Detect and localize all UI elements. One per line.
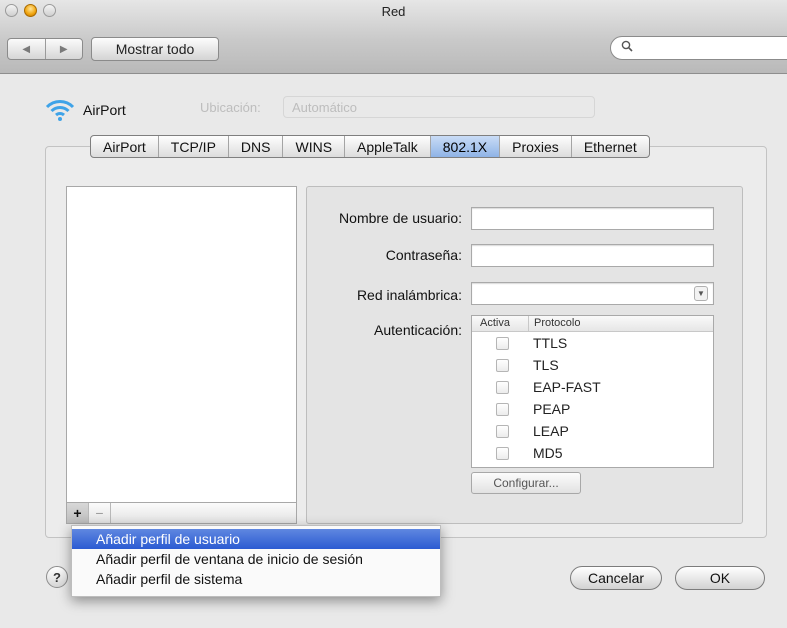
table-row: MD5 — [472, 442, 713, 464]
tab-wins[interactable]: WINS — [282, 136, 344, 157]
password-label: Contraseña: — [385, 247, 462, 263]
table-row: PEAP — [472, 398, 713, 420]
protocol-name: EAP-FAST — [533, 379, 601, 395]
service-name: AirPort — [83, 102, 126, 118]
column-header-active[interactable]: Activa — [472, 316, 529, 331]
authentication-label: Autenticación: — [374, 322, 462, 338]
protocol-checkbox[interactable] — [496, 424, 509, 438]
authentication-table-header: Activa Protocolo — [472, 316, 713, 332]
show-all-button[interactable]: Mostrar todo — [91, 37, 219, 61]
tab-ethernet[interactable]: Ethernet — [570, 136, 649, 157]
wireless-network-label: Red inalámbrica: — [356, 287, 462, 303]
forward-arrow-icon[interactable]: ▶ — [44, 39, 83, 59]
wifi-icon — [45, 100, 75, 121]
add-profile-menu: Añadir perfil de usuario Añadir perfil de… — [71, 525, 441, 597]
protocol-checkbox[interactable] — [496, 380, 509, 394]
menu-item[interactable]: Añadir perfil de ventana de inicio de se… — [72, 549, 440, 569]
tab-bar: AirPort TCP/IP DNS WINS AppleTalk 802.1X Proxi… — [90, 135, 650, 158]
table-row: TTLS — [472, 332, 713, 354]
help-button[interactable]: ? — [46, 566, 68, 588]
wireless-network-popup[interactable]: ▼ — [471, 282, 714, 305]
tab-proxies[interactable]: Proxies — [499, 136, 571, 157]
username-label: Nombre de usuario: — [339, 210, 462, 226]
username-field[interactable] — [471, 207, 714, 230]
remove-profile-button[interactable]: − — [89, 503, 111, 523]
protocol-checkbox[interactable] — [496, 358, 509, 372]
protocol-name: LEAP — [533, 423, 569, 439]
back-arrow-icon[interactable]: ◀ — [8, 39, 45, 59]
ok-button[interactable]: OK — [675, 566, 765, 590]
location-label: Ubicación: — [200, 100, 261, 115]
protocol-checkbox[interactable] — [496, 402, 509, 416]
table-row: TLS — [472, 354, 713, 376]
protocol-checkbox[interactable] — [496, 446, 509, 460]
search-icon — [621, 40, 633, 55]
list-controls: + − — [66, 502, 297, 524]
column-header-protocol[interactable]: Protocolo — [529, 316, 580, 331]
table-row: EAP-FAST — [472, 376, 713, 398]
tab-802-1x[interactable]: 802.1X — [429, 136, 500, 157]
window-titlebar: Red ◀ ▶ Mostrar todo — [0, 0, 787, 74]
password-field[interactable] — [471, 244, 714, 267]
tab-tcp-ip[interactable]: TCP/IP — [157, 136, 228, 157]
protocol-checkbox[interactable] — [496, 336, 509, 350]
back-forward-control: ◀ ▶ — [7, 38, 83, 60]
table-row: LEAP — [472, 420, 713, 442]
profile-list[interactable] — [66, 186, 297, 503]
service-header: AirPort — [45, 98, 126, 122]
add-profile-button[interactable]: + — [67, 503, 89, 523]
chevron-down-icon: ▼ — [694, 286, 708, 301]
authentication-table: Activa Protocolo TTLS TLS EAP-FAST PEAP LEAP… — [471, 315, 714, 468]
cancel-button[interactable]: Cancelar — [570, 566, 662, 590]
search-input[interactable] — [610, 36, 787, 60]
protocol-name: PEAP — [533, 401, 571, 417]
protocol-name: TTLS — [533, 335, 568, 351]
protocol-name: TLS — [533, 357, 559, 373]
tab-dns[interactable]: DNS — [227, 136, 283, 157]
menu-item[interactable]: Añadir perfil de sistema — [72, 569, 440, 589]
tab-appletalk[interactable]: AppleTalk — [344, 136, 430, 157]
window-title: Red — [381, 4, 406, 19]
tab-airport[interactable]: AirPort — [91, 136, 158, 157]
location-value: Automático — [292, 100, 358, 115]
configure-button[interactable]: Configurar... — [471, 472, 581, 494]
protocol-name: MD5 — [533, 445, 563, 461]
menu-item[interactable]: Añadir perfil de usuario — [72, 529, 440, 549]
